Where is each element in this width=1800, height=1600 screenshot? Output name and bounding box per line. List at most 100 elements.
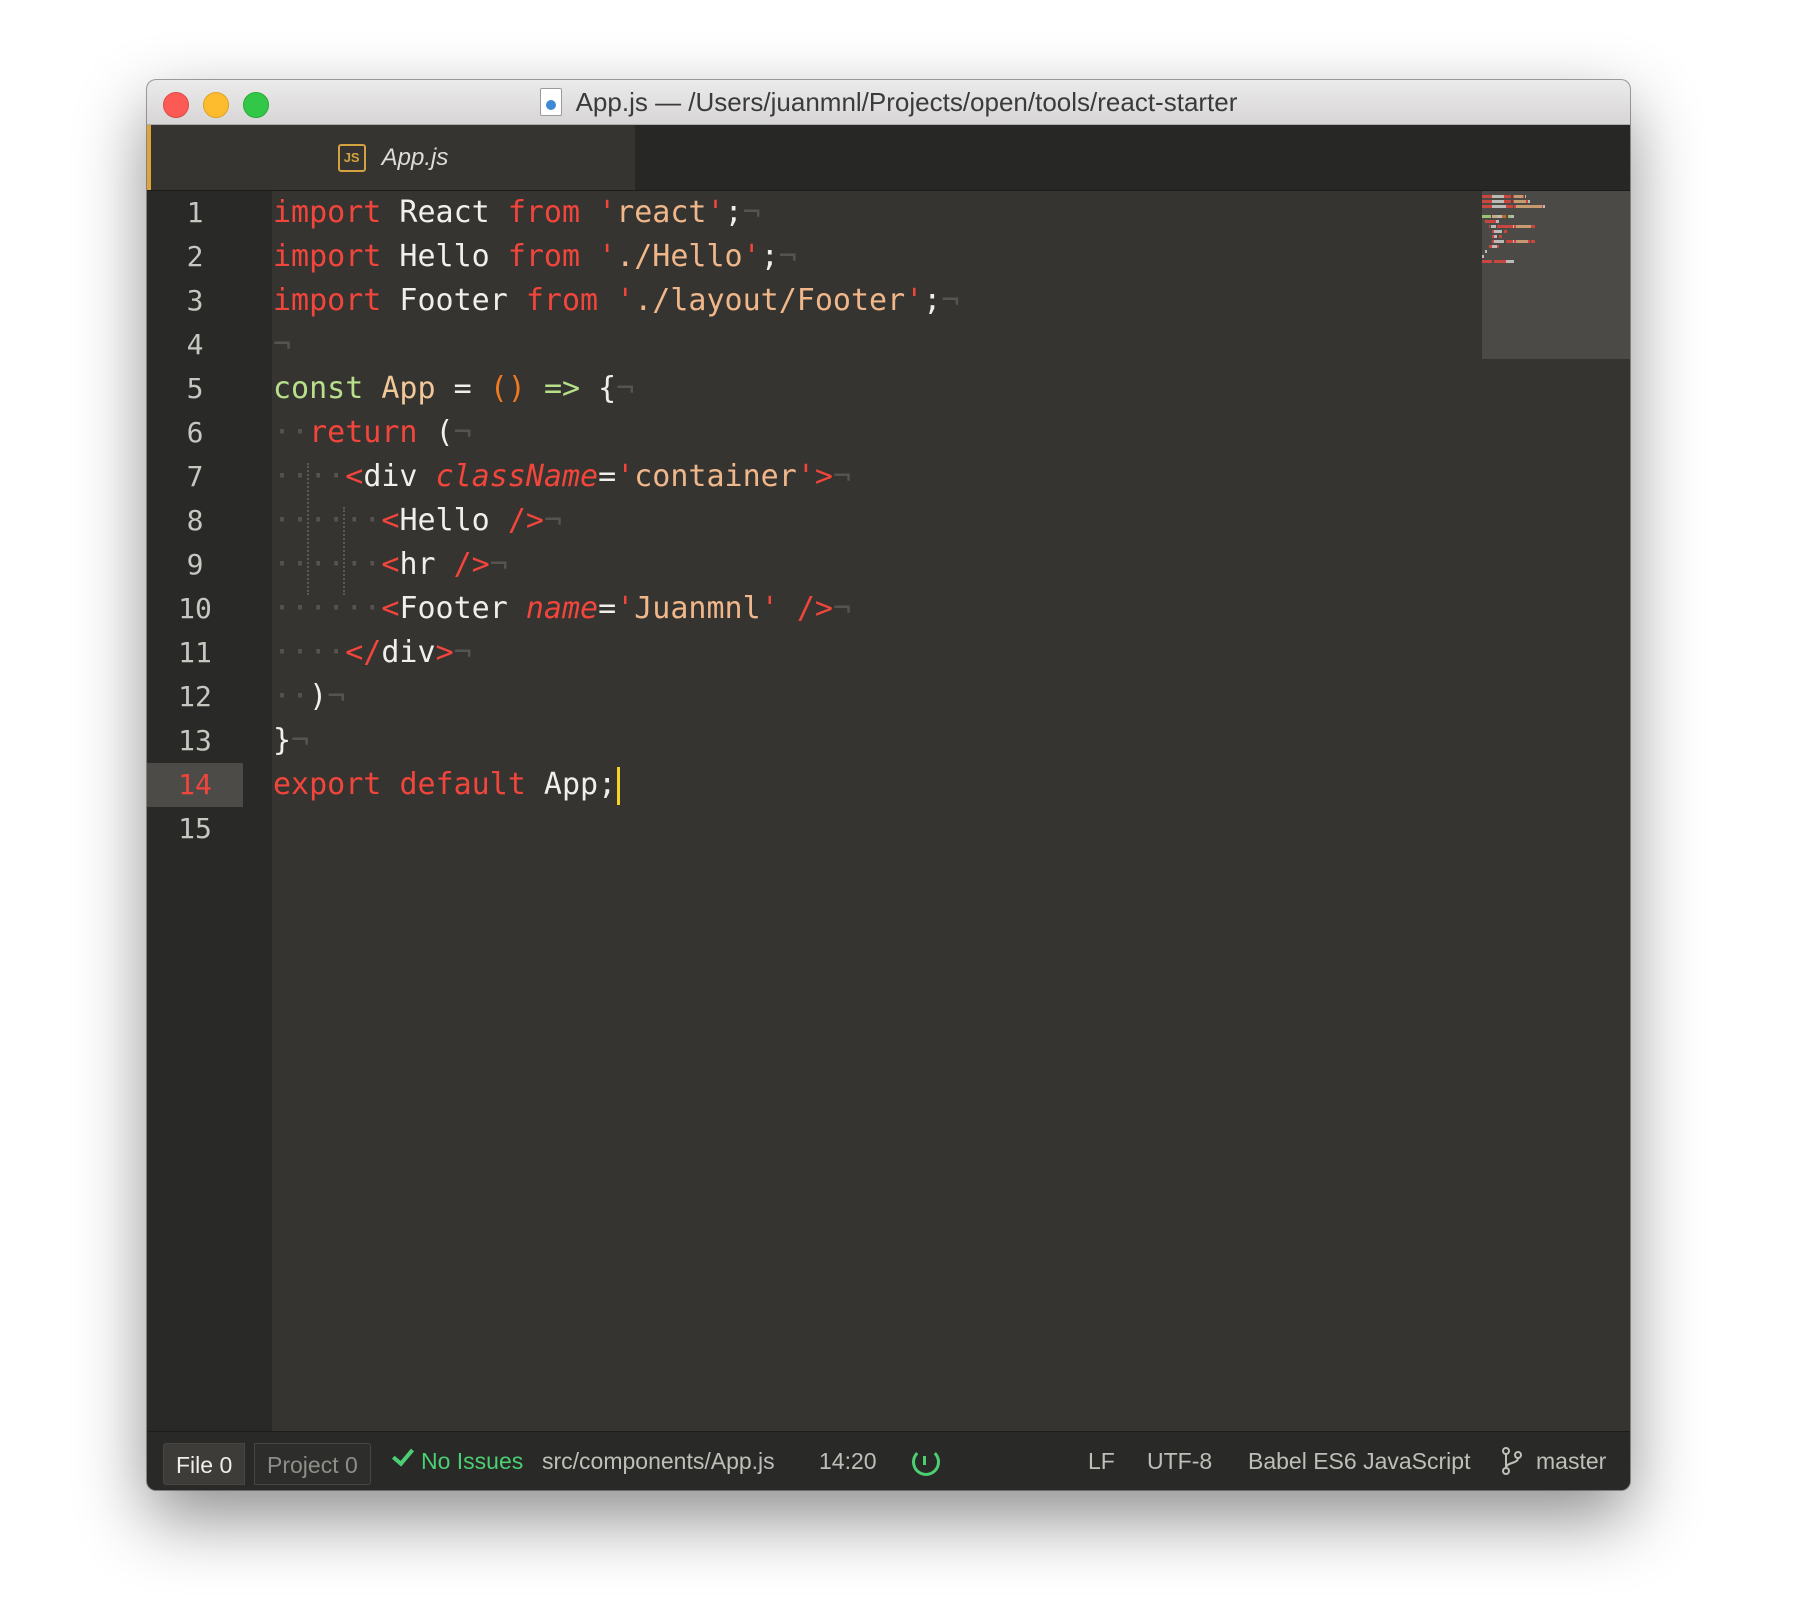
project-count: 0	[344, 1452, 358, 1478]
code-token: name	[525, 591, 599, 626]
code-token: ./Hello	[616, 239, 743, 274]
minimap-token	[1504, 195, 1511, 198]
code-line[interactable]: }¬	[273, 719, 309, 763]
code-line[interactable]: const App = () => {¬	[273, 367, 634, 411]
code-line[interactable]: import Footer from './layout/Footer';¬	[273, 279, 959, 323]
line-number[interactable]: 9	[147, 543, 243, 587]
line-number-gutter[interactable]: 1 2 3 4 5 6 7 8 9 10 11 12 13 14 15	[147, 191, 272, 1432]
code-token: export	[273, 767, 382, 802]
code-token: }	[273, 723, 292, 758]
code-token: return	[309, 415, 418, 450]
code-token: =	[598, 591, 617, 626]
code-line[interactable]: ······<hr />¬	[273, 543, 508, 587]
line-number[interactable]: 4	[147, 323, 243, 367]
code-token: '	[616, 459, 635, 494]
code-line[interactable]: ··)¬	[273, 675, 345, 719]
code-line[interactable]: ····</div>¬	[273, 631, 472, 675]
minimap-token	[1499, 235, 1503, 238]
code-token: ······	[273, 547, 382, 582]
minimap-token	[1482, 195, 1493, 198]
editor-window: App.js — /Users/juanmnl/Projects/open/to…	[147, 80, 1630, 1490]
code-token: Footer	[399, 591, 508, 626]
sync-icon[interactable]	[912, 1448, 940, 1476]
line-number[interactable]: 11	[147, 631, 243, 675]
code-token: ¬	[742, 195, 761, 230]
file-path[interactable]: src/components/App.js	[542, 1432, 775, 1490]
code-token: ······	[273, 591, 382, 626]
line-number[interactable]: 5	[147, 367, 243, 411]
minimap[interactable]	[1482, 191, 1630, 359]
minimap-token	[1531, 240, 1535, 243]
code-token: =	[435, 371, 490, 406]
minimap-token	[1514, 195, 1523, 198]
minimap-token	[1485, 250, 1488, 253]
cursor-position[interactable]: 14:20	[819, 1432, 877, 1490]
project-issues-toggle[interactable]: Project 0	[254, 1443, 371, 1485]
minimap-token	[1505, 260, 1515, 263]
title-bar[interactable]: App.js — /Users/juanmnl/Projects/open/to…	[147, 80, 1630, 125]
minimap-token	[1490, 225, 1496, 228]
minimap-token	[1504, 230, 1508, 233]
code-line[interactable]: import React from 'react';¬	[273, 191, 761, 235]
check-icon	[391, 1443, 415, 1467]
code-token: <	[381, 503, 400, 538]
minimap-token	[1543, 205, 1545, 208]
code-line[interactable]: export default App;	[273, 763, 621, 807]
code-line[interactable]: ····<div className='container'>¬	[273, 455, 851, 499]
code-token: ;	[724, 195, 743, 230]
line-number[interactable]: 13	[147, 719, 243, 763]
editor-pane[interactable]: 1 2 3 4 5 6 7 8 9 10 11 12 13 14 15 import React from …	[147, 191, 1630, 1432]
line-number[interactable]: 1	[147, 191, 243, 235]
code-line[interactable]: ¬	[273, 323, 291, 367]
line-number[interactable]: 8	[147, 499, 243, 543]
tab-app-js[interactable]: JS App.js	[147, 125, 635, 190]
code-line[interactable]: ······<Footer name='Juanmnl' />¬	[273, 587, 851, 631]
code-token: React	[381, 195, 508, 230]
line-number[interactable]: 15	[147, 807, 243, 851]
encoding[interactable]: UTF-8	[1147, 1432, 1212, 1490]
minimap-token	[1492, 195, 1505, 198]
code-token: ··	[273, 415, 310, 450]
code-token: container	[634, 459, 797, 494]
code-token: '	[598, 195, 617, 230]
file-issues-toggle[interactable]: File 0	[163, 1443, 246, 1485]
minimap-token	[1493, 235, 1498, 238]
code-token: ./layout/Footer	[634, 283, 906, 318]
file-count: 0	[219, 1452, 233, 1478]
grammar-selector[interactable]: Babel ES6 JavaScript	[1248, 1432, 1470, 1490]
code-token: />	[453, 547, 490, 582]
code-token: >	[814, 459, 833, 494]
code-line[interactable]: ··return (¬	[273, 411, 472, 455]
line-number[interactable]: 7	[147, 455, 243, 499]
line-number[interactable]: 6	[147, 411, 243, 455]
code-line[interactable]: ······<Hello />¬	[273, 499, 562, 543]
code-line[interactable]: import Hello from './Hello';¬	[273, 235, 797, 279]
code-token: ¬	[832, 459, 851, 494]
code-token: Juanmnl	[634, 591, 761, 626]
code-token: ¬	[616, 371, 635, 406]
minimap-token	[1495, 220, 1499, 223]
code-area[interactable]: import React from 'react';¬ import Hello …	[273, 191, 1473, 1432]
code-token: '	[706, 195, 725, 230]
minimap-token	[1485, 220, 1496, 223]
line-number[interactable]: 2	[147, 235, 243, 279]
line-number[interactable]: 12	[147, 675, 243, 719]
minimap-token	[1497, 225, 1513, 228]
file-label: File	[176, 1452, 214, 1478]
git-branch[interactable]: master	[1536, 1432, 1606, 1490]
lint-status[interactable]: No Issues	[391, 1432, 523, 1490]
code-token: ¬	[489, 547, 508, 582]
code-token: Hello	[399, 503, 490, 538]
code-token: =>	[543, 371, 581, 406]
line-number[interactable]: 10	[147, 587, 243, 631]
line-ending[interactable]: LF	[1088, 1432, 1115, 1490]
line-number[interactable]: 3	[147, 279, 243, 323]
minimap-token	[1482, 215, 1491, 218]
minimap-token	[1510, 215, 1515, 218]
code-token: default	[399, 767, 526, 802]
line-number[interactable]: 14	[147, 763, 243, 807]
